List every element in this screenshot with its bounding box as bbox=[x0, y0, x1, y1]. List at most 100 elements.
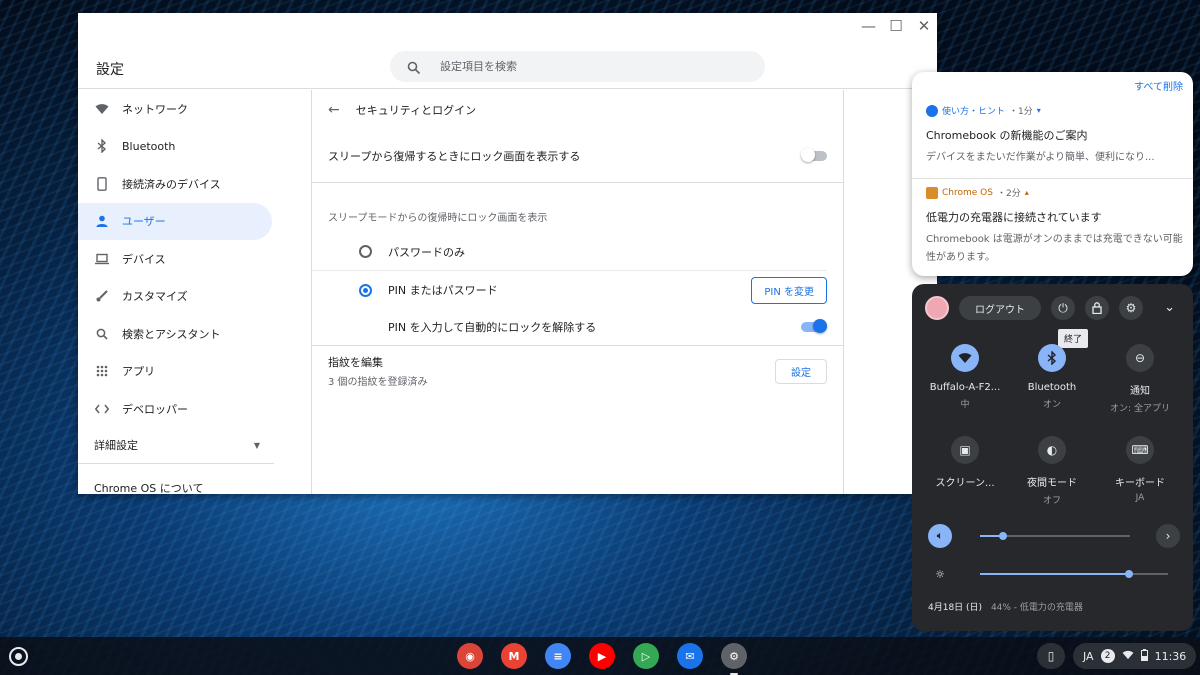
clear-all-button[interactable]: すべて削除 bbox=[1134, 78, 1183, 93]
sidebar-item-label: 接続済みのデバイス bbox=[122, 177, 221, 191]
advanced-settings-toggle[interactable]: 詳細設定 ▼ bbox=[78, 428, 274, 464]
security-login-page: ← セキュリティとログイン スリープから復帰するときにロック画面を表示する スリ… bbox=[311, 90, 844, 494]
advanced-settings-label: 詳細設定 bbox=[94, 439, 138, 452]
phone-hub-icon[interactable]: ▯ bbox=[1037, 643, 1065, 669]
gmail-icon[interactable]: M bbox=[501, 643, 527, 669]
search-box[interactable] bbox=[390, 51, 765, 82]
collapse-chevron-icon[interactable]: ⌄ bbox=[1164, 300, 1175, 315]
sidebar-item-apps[interactable]: アプリ bbox=[78, 353, 272, 391]
power-icon[interactable]: ⏻ bbox=[1051, 296, 1075, 320]
sidebar-item-personalization[interactable]: カスタマイズ bbox=[78, 278, 272, 316]
tile-wifi[interactable]: Buffalo-A-F2... 中 bbox=[920, 344, 1010, 410]
radio-password-only[interactable]: パスワードのみ bbox=[312, 233, 827, 271]
code-icon bbox=[95, 402, 109, 416]
chevron-up-icon[interactable]: ▴ bbox=[1025, 188, 1029, 197]
notification-time: ・2分 bbox=[996, 189, 1021, 199]
gear-icon[interactable]: ⚙ bbox=[1119, 296, 1143, 320]
sidebar-item-about[interactable]: Chrome OS について bbox=[78, 480, 311, 495]
tile-keyboard[interactable]: ⌨ キーボード JA bbox=[1095, 436, 1185, 503]
search-input[interactable] bbox=[440, 60, 740, 73]
battery-status: 44% - 低電力の充電器 bbox=[990, 603, 1083, 613]
change-pin-button[interactable]: PIN を変更 bbox=[751, 276, 827, 304]
bluetooth-icon[interactable] bbox=[1038, 344, 1066, 372]
notification-title: 低電力の充電器に接続されています bbox=[926, 211, 1102, 224]
notification-chromeos[interactable]: Chrome OS ・2分 ▴ 低電力の充電器に接続されています Chromeb… bbox=[926, 186, 1186, 267]
tile-sublabel: オフ bbox=[1042, 496, 1061, 506]
radio-label: パスワードのみ bbox=[388, 245, 465, 259]
phone-icon bbox=[95, 176, 109, 191]
sidebar-item-bluetooth[interactable]: Bluetooth bbox=[78, 128, 272, 166]
radio-label: PIN またはパスワード bbox=[388, 284, 498, 297]
notification-time: ・1分 bbox=[1009, 107, 1033, 117]
brightness-icon: ☼ bbox=[935, 567, 945, 581]
radio-pin-or-password[interactable]: PIN またはパスワード PIN を変更 bbox=[312, 271, 843, 309]
date-label[interactable]: 4月18日 (日) bbox=[928, 603, 982, 613]
sidebar-item-search-assistant[interactable]: 検索とアシスタント bbox=[78, 315, 272, 353]
tile-night-light[interactable]: ◐ 夜間モード オフ bbox=[1007, 436, 1097, 506]
logout-button[interactable]: ログアウト bbox=[959, 296, 1041, 320]
screen-capture-icon[interactable]: ▣ bbox=[951, 436, 979, 464]
laptop-icon bbox=[95, 252, 109, 266]
notification-body: Chromebook は電源がオンのままでは充電できない可能性があります。 bbox=[926, 234, 1183, 263]
volume-icon[interactable]: 🔈︎ bbox=[928, 524, 952, 548]
sidebar-item-network[interactable]: ネットワーク bbox=[78, 90, 272, 128]
status-tray[interactable]: JA 2 11:36 bbox=[1073, 643, 1197, 669]
tile-screen-capture[interactable]: ▣ スクリーン... bbox=[920, 436, 1010, 493]
docs-icon[interactable]: ≡ bbox=[545, 643, 571, 669]
notification-app-name: 使い方・ヒント bbox=[942, 107, 1006, 117]
fingerprint-setup-button[interactable]: 設定 bbox=[775, 358, 827, 384]
chevron-down-icon[interactable]: ▾ bbox=[1037, 106, 1041, 115]
messages-icon[interactable]: ✉ bbox=[677, 643, 703, 669]
wifi-icon[interactable] bbox=[951, 344, 979, 372]
radio-button-selected[interactable] bbox=[359, 283, 372, 297]
youtube-icon[interactable]: ▶ bbox=[589, 643, 615, 669]
sidebar-item-device[interactable]: デバイス bbox=[78, 240, 272, 278]
auto-unlock-toggle[interactable] bbox=[801, 319, 827, 333]
tile-label: Bluetooth bbox=[1027, 382, 1077, 393]
back-arrow-icon[interactable]: ← bbox=[328, 102, 340, 118]
sidebar-item-label: デベロッパー bbox=[122, 402, 188, 416]
sidebar-item-developers[interactable]: デベロッパー bbox=[78, 390, 272, 428]
person-icon bbox=[95, 214, 109, 228]
notification-app-name: Chrome OS bbox=[942, 187, 993, 198]
keyboard-icon[interactable]: ⌨ bbox=[1126, 436, 1154, 464]
settings-icon[interactable]: ⚙ bbox=[721, 643, 747, 675]
wifi-icon bbox=[95, 102, 109, 116]
launcher-button[interactable] bbox=[9, 647, 28, 666]
sidebar-item-label: デバイス bbox=[122, 252, 166, 266]
sidebar: ネットワーク Bluetooth 接続済みのデバイス ユーザー デバイス カスタ… bbox=[78, 90, 311, 494]
sleep-lock-toggle[interactable] bbox=[801, 148, 827, 162]
night-light-icon[interactable]: ◐ bbox=[1038, 436, 1066, 464]
search-icon bbox=[95, 327, 109, 341]
tile-notifications[interactable]: ⊖ 通知 オン: 全アプリ bbox=[1095, 344, 1185, 414]
do-not-disturb-icon[interactable]: ⊖ bbox=[1126, 344, 1154, 372]
apps-grid-icon bbox=[95, 364, 109, 378]
search-icon bbox=[407, 60, 421, 74]
qs-footer: 4月18日 (日) 44% - 低電力の充電器 bbox=[928, 600, 1083, 613]
tile-label: 通知 bbox=[1130, 386, 1150, 397]
tile-bluetooth[interactable]: Bluetooth オン bbox=[1007, 344, 1097, 410]
brightness-slider[interactable] bbox=[980, 570, 1168, 578]
ime-indicator: JA bbox=[1083, 649, 1094, 663]
play-store-icon[interactable]: ▷ bbox=[633, 643, 659, 669]
notification-tips[interactable]: 使い方・ヒント ・1分 ▾ Chromebook の新機能のご案内 デバイスをま… bbox=[926, 104, 1186, 167]
brightness-row: ☼ bbox=[928, 562, 1168, 586]
tile-label: 夜間モード bbox=[1027, 478, 1077, 489]
tips-app-icon bbox=[926, 104, 938, 117]
volume-slider[interactable] bbox=[980, 532, 1130, 540]
sidebar-item-connected-devices[interactable]: 接続済みのデバイス bbox=[78, 165, 272, 203]
radio-button[interactable] bbox=[359, 245, 372, 258]
tile-label: キーボード bbox=[1115, 478, 1165, 489]
lock-icon[interactable] bbox=[1085, 296, 1109, 320]
chrome-icon[interactable]: ◉ bbox=[457, 643, 483, 669]
minimize-icon[interactable]: — bbox=[861, 17, 876, 35]
close-icon[interactable]: ✕ bbox=[917, 17, 931, 35]
caret-down-icon: ▼ bbox=[253, 440, 260, 450]
tile-sublabel: JA bbox=[1135, 493, 1145, 503]
maximize-icon[interactable]: ☐ bbox=[889, 17, 903, 35]
lock-section-label: スリープモードからの復帰時にロック画面を表示 bbox=[328, 213, 548, 224]
sidebar-item-label: 検索とアシスタント bbox=[122, 327, 221, 341]
sidebar-item-users[interactable]: ユーザー bbox=[78, 202, 272, 240]
chevron-right-icon[interactable]: › bbox=[1156, 524, 1180, 548]
page-header: ← セキュリティとログイン bbox=[312, 90, 843, 130]
